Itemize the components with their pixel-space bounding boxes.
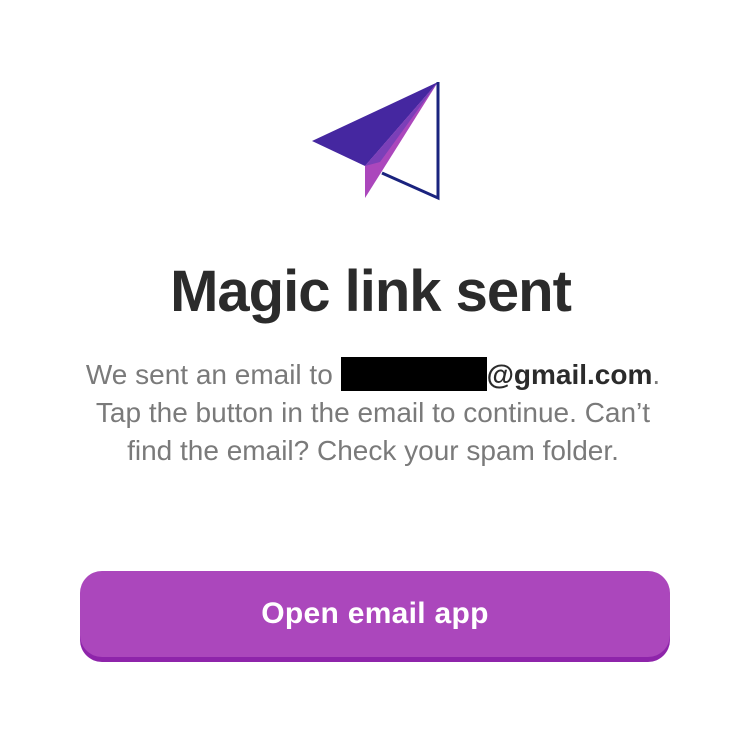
paper-plane-icon (305, 76, 445, 206)
email-domain: @gmail.com (486, 359, 653, 390)
open-email-app-button[interactable]: Open email app (80, 571, 670, 657)
instruction-message: We sent an email to @gmail.com. Tap the … (78, 356, 668, 470)
page-title: Magic link sent (170, 259, 572, 324)
magic-link-screen: Magic link sent We sent an email to @gma… (0, 0, 741, 748)
redacted-email-user (340, 357, 487, 391)
message-prefix: We sent an email to (85, 359, 341, 390)
